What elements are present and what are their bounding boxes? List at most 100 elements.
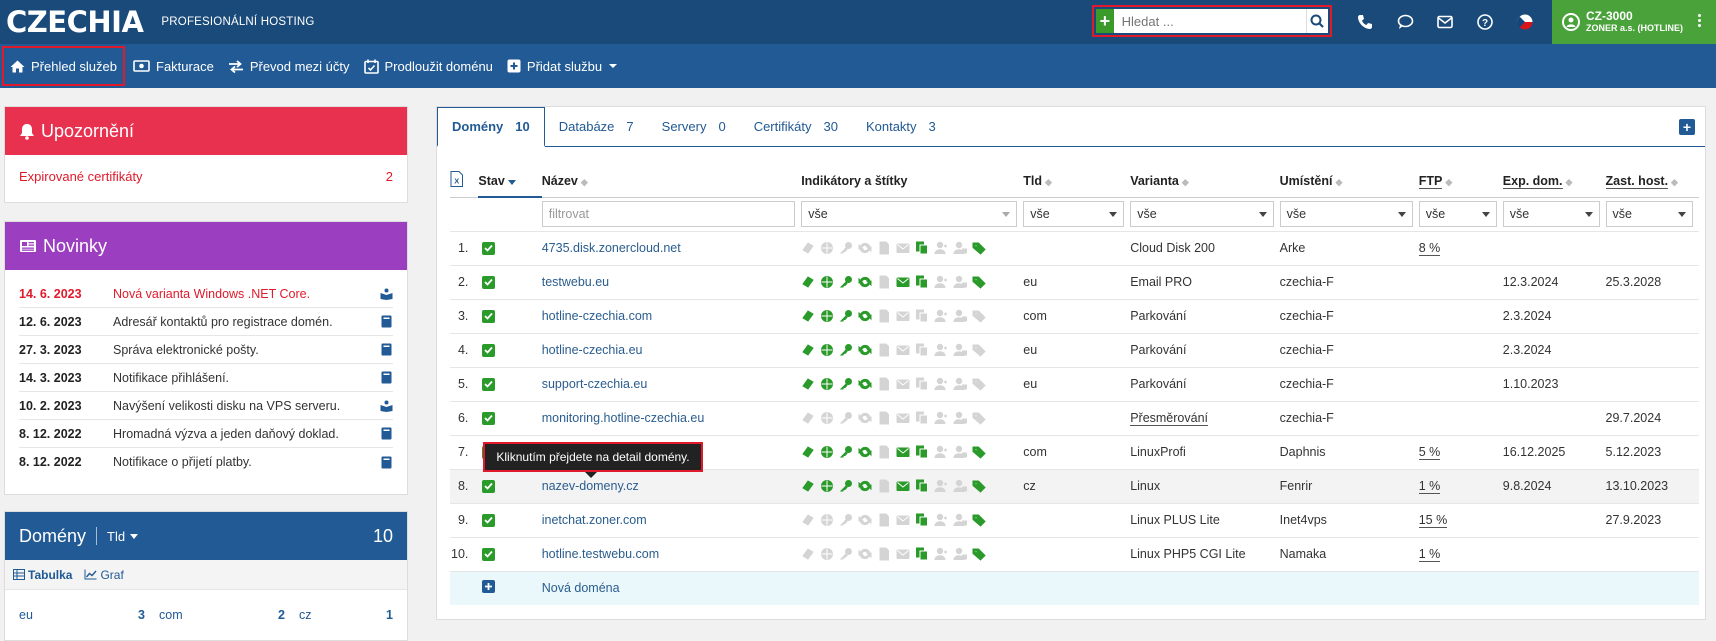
exp-filter-select[interactable]: vše (1502, 201, 1600, 227)
globe-icon (820, 411, 834, 425)
tab-certifikaty[interactable]: Certifikáty 30 (740, 106, 852, 146)
search-button[interactable] (1305, 9, 1328, 33)
news-item[interactable]: 27. 3. 2023 Správa elektronické pošty. (19, 336, 393, 364)
ftp-usage[interactable]: 8 % (1418, 241, 1441, 256)
mail-button[interactable] (1425, 0, 1465, 44)
user-menu[interactable]: CZ-3000 ZONER a.s. (HOTLINE) (1552, 0, 1716, 44)
tld-count-item[interactable]: com 2 (159, 608, 299, 622)
envelope-icon (896, 445, 910, 459)
tags-icon (972, 411, 986, 425)
table-row[interactable]: 1. 4735.disk.zonercloud.net Cloud Disk 200… (450, 231, 1699, 266)
chat-button[interactable] (1385, 0, 1425, 44)
nav-pridat-sluzbu[interactable]: Přidat službu (501, 46, 624, 86)
search-box: + (1092, 5, 1332, 37)
logo[interactable]: CZECHIA (6, 5, 144, 39)
variant-cell[interactable]: Přesměrování (1130, 411, 1208, 426)
tab-servery[interactable]: Servery 0 (648, 106, 740, 146)
news-item[interactable]: 8. 12. 2022 Notifikace o přijetí platby. (19, 448, 393, 476)
news-item[interactable]: 14. 6. 2023 Nová varianta Windows .NET C… (19, 280, 393, 308)
domain-link[interactable]: hotline-czechia.eu (542, 343, 643, 357)
location-cell: Namaka (1279, 537, 1419, 572)
indicator-filter-select[interactable]: vše (801, 201, 1018, 227)
exp-date-cell (1502, 537, 1606, 572)
alert-item-expired-certs[interactable]: Expirované certifikáty 2 (5, 155, 407, 184)
help-button[interactable]: ? (1465, 0, 1505, 44)
tab-graf[interactable]: Graf (84, 568, 124, 582)
nav-prodlouzit-domenu[interactable]: Prodloužit doménu (358, 46, 499, 86)
domain-link[interactable]: nazev-domeny.cz (542, 479, 639, 493)
globe-icon (820, 513, 834, 527)
domain-link[interactable]: hotline-czechia.com (542, 309, 652, 323)
svg-text:X: X (454, 177, 459, 186)
row-number: 2. (450, 265, 479, 300)
phone-button[interactable] (1345, 0, 1385, 44)
ftp-usage[interactable]: 15 % (1418, 513, 1448, 528)
new-domain-row[interactable]: Nová doména (450, 571, 1699, 605)
status-ok-icon (482, 513, 496, 527)
tab-domeny[interactable]: Domény 10 (437, 107, 545, 147)
location-filter-select[interactable]: vše (1279, 201, 1413, 227)
name-filter-input[interactable]: filtrovat (541, 201, 796, 227)
tab-kontakty[interactable]: Kontakty 3 (852, 106, 950, 146)
user-icon (934, 411, 948, 425)
alerts-panel: Upozornění Expirované certifikáty 2 (4, 106, 408, 203)
news-item[interactable]: 14. 3. 2023 Notifikace přihlášení. (19, 364, 393, 392)
table-row[interactable]: 10. hotline.testwebu.com Linux PHP5 CGI Li… (450, 537, 1699, 572)
ftp-usage[interactable]: 5 % (1418, 445, 1441, 460)
col-varianta[interactable]: Varianta ◆ (1130, 165, 1280, 198)
col-ftp[interactable]: FTP ◆ (1418, 165, 1503, 198)
table-row[interactable]: 3. hotline-czechia.com com Parkování czechia… (450, 299, 1699, 334)
col-zast-host[interactable]: Zast. host. ◆ (1605, 165, 1699, 198)
table-row[interactable]: 9. inetchat.zoner.com Linux PLUS Lite Inet4… (450, 503, 1699, 538)
tld-count-item[interactable]: cz 1 (299, 608, 393, 622)
nav-prevod-mezi-ucty[interactable]: Převod mezi účty (222, 46, 356, 86)
language-button[interactable] (1505, 0, 1545, 44)
col-tld[interactable]: Tld ◆ (1023, 165, 1131, 198)
domain-link[interactable]: inetchat.zoner.com (542, 513, 647, 527)
tld-filter-select[interactable]: vše (1023, 201, 1125, 227)
col-exp-dom[interactable]: Exp. dom. ◆ (1502, 165, 1606, 198)
nav-prehled-sluzeb[interactable]: Přehled služeb (2, 46, 125, 86)
news-item[interactable]: 8. 12. 2022 Hromadná výzva a jeden daňov… (19, 420, 393, 448)
news-item[interactable]: 12. 6. 2023 Adresář kontaktů pro registr… (19, 308, 393, 336)
globe-icon (820, 445, 834, 459)
quick-add-button[interactable]: + (1096, 9, 1114, 33)
export-excel-button[interactable]: X (450, 165, 479, 198)
table-row[interactable]: 2. testwebu.eu eu Email PRO czechia-F 12.3.20… (450, 265, 1699, 300)
table-row[interactable]: 8. nazev-domeny.cz cz Linux Fenrir 1 % 9.8.202… (450, 469, 1699, 504)
news-item[interactable]: 10. 2. 2023 Navýšení velikosti disku na … (19, 392, 393, 420)
tld-count-item[interactable]: eu 3 (19, 608, 159, 622)
domain-link[interactable]: hotline.testwebu.com (542, 547, 659, 561)
ftp-usage[interactable]: 1 % (1418, 479, 1441, 494)
tab-tabulka[interactable]: Tabulka (13, 568, 72, 582)
ftp-usage[interactable]: 1 % (1418, 547, 1441, 562)
col-nazev[interactable]: Název ◆ (541, 165, 802, 198)
domain-link[interactable]: monitoring.hotline-czechia.eu (542, 411, 705, 425)
more-vertical-icon[interactable] (1698, 14, 1702, 29)
table-row[interactable]: 6. monitoring.hotline-czechia.eu Přesměrov… (450, 401, 1699, 436)
caret-down-icon (130, 533, 139, 539)
tld-filter-dropdown[interactable]: Tld (107, 529, 139, 544)
col-umisteni[interactable]: Umístění ◆ (1279, 165, 1419, 198)
variant-filter-select[interactable]: vše (1130, 201, 1274, 227)
domain-link[interactable]: 4735.disk.zonercloud.net (542, 241, 681, 255)
add-service-button[interactable]: + (1679, 119, 1695, 135)
nav-fakturace[interactable]: Fakturace (127, 46, 220, 86)
tab-databaze[interactable]: Databáze 7 (545, 106, 648, 146)
tld-cell: com (1023, 435, 1131, 470)
domain-link[interactable]: testwebu.eu (542, 275, 609, 289)
variant-cell: Parkování (1130, 343, 1187, 357)
plus-square-icon[interactable] (482, 580, 496, 596)
location-cell: Daphnis (1279, 435, 1419, 470)
search-input[interactable] (1113, 9, 1306, 33)
new-domain-link[interactable]: Nová doména (542, 581, 620, 595)
refresh-icon (858, 241, 872, 255)
table-row[interactable]: 5. support-czechia.eu eu Parkování czechia-F… (450, 367, 1699, 402)
col-stav[interactable]: Stav (478, 165, 542, 198)
variant-cell: Linux PHP5 CGI Lite (1130, 547, 1246, 561)
ftp-filter-select[interactable]: vše (1418, 201, 1497, 227)
domain-link[interactable]: support-czechia.eu (542, 377, 648, 391)
tld-cell: com (1023, 299, 1131, 334)
table-row[interactable]: 4. hotline-czechia.eu eu Parkování czechia-F… (450, 333, 1699, 368)
hosting-filter-select[interactable]: vše (1605, 201, 1693, 227)
